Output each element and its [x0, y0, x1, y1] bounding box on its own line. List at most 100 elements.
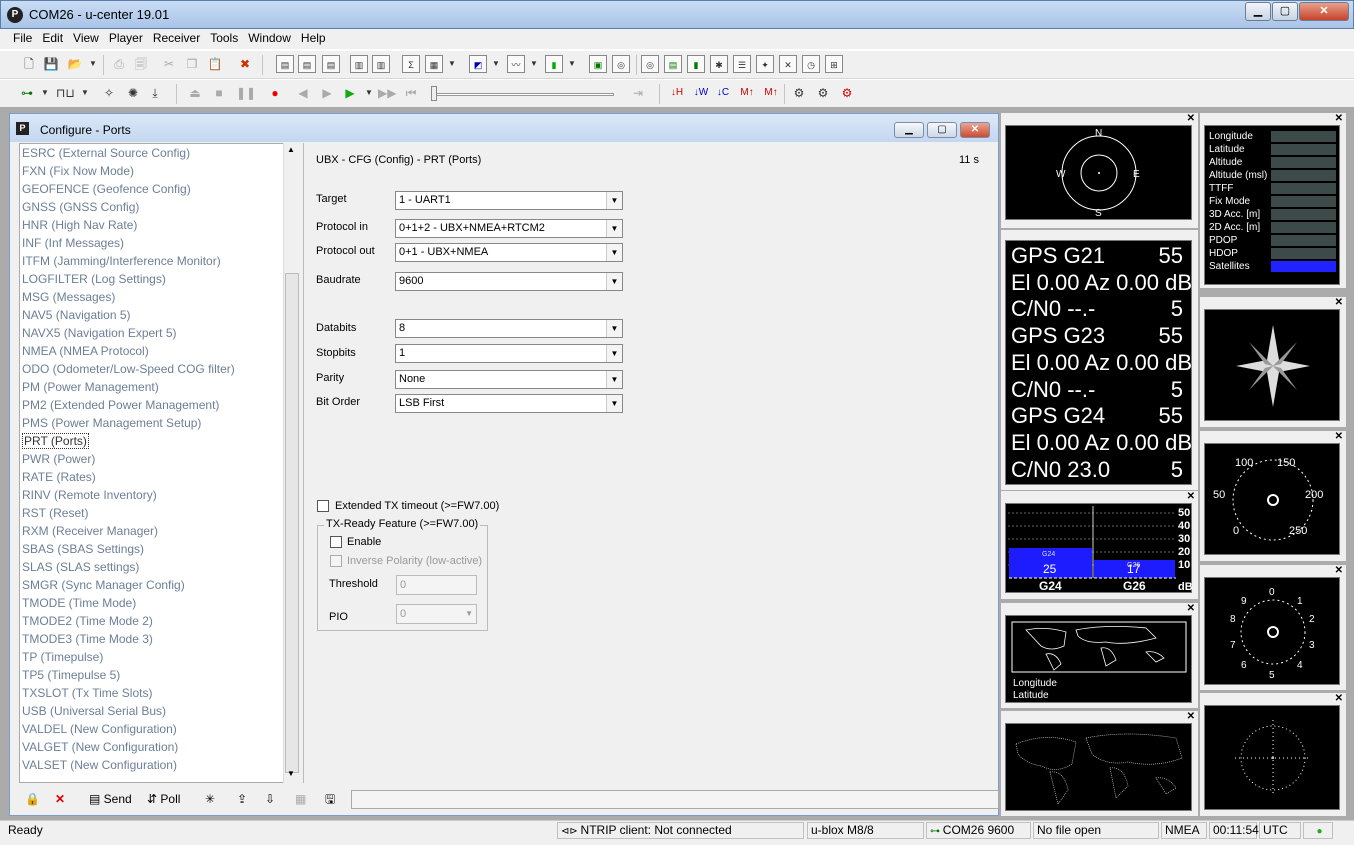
- bitorder-select[interactable]: LSB First ▼: [395, 394, 623, 413]
- close-icon[interactable]: ✕: [1299, 2, 1349, 21]
- list-item[interactable]: VALDEL (New Configuration): [20, 720, 283, 738]
- stopbits-select[interactable]: 1 ▼: [395, 344, 623, 363]
- maximize-icon[interactable]: ▢: [1272, 2, 1298, 21]
- text-console-icon[interactable]: ▤: [298, 55, 316, 73]
- gear-icon[interactable]: ⚙: [790, 84, 808, 102]
- menu-help[interactable]: Help: [296, 29, 331, 47]
- open-folder-icon[interactable]: 📂: [66, 55, 84, 73]
- list-item[interactable]: NAVX5 (Navigation Expert 5): [20, 324, 283, 342]
- play-icon[interactable]: ▶: [341, 84, 359, 102]
- download-icon[interactable]: ⤓: [146, 84, 164, 102]
- chevron-down-icon[interactable]: ▼: [88, 55, 98, 73]
- compass-icon[interactable]: ◎: [641, 55, 659, 73]
- warm-start-icon[interactable]: ↓W: [692, 84, 710, 102]
- gear-yellow-icon[interactable]: ⚙: [814, 84, 832, 102]
- list-item[interactable]: PM (Power Management): [20, 378, 283, 396]
- statistics-icon[interactable]: Σ: [402, 55, 420, 73]
- list-item[interactable]: TP5 (Timepulse 5): [20, 666, 283, 684]
- ntrip-status[interactable]: ⊲⊳ NTRIP client: Not connected: [557, 822, 804, 839]
- list-item[interactable]: NMEA (NMEA Protocol): [20, 342, 283, 360]
- list-item[interactable]: HNR (High Nav Rate): [20, 216, 283, 234]
- map-view-icon[interactable]: ▣: [589, 55, 607, 73]
- list-item[interactable]: RATE (Rates): [20, 468, 283, 486]
- star-icon[interactable]: ✦: [756, 55, 774, 73]
- list-item[interactable]: TP (Timepulse): [20, 648, 283, 666]
- export-icon[interactable]: ⇪: [237, 790, 247, 808]
- sky-view-icon[interactable]: ◎: [612, 55, 630, 73]
- minimize-icon[interactable]: ▁: [894, 122, 924, 138]
- menu-view[interactable]: View: [68, 29, 104, 47]
- enable-checkbox[interactable]: [330, 536, 342, 548]
- send-button[interactable]: ▤ Send: [89, 790, 132, 808]
- connect-icon[interactable]: ⊶: [18, 84, 36, 102]
- eject-icon[interactable]: ⏏: [186, 84, 204, 102]
- list-item[interactable]: GNSS (GNSS Config): [20, 198, 283, 216]
- docking-icon[interactable]: ▥: [350, 55, 368, 73]
- copy-icon[interactable]: ❐: [183, 55, 201, 73]
- list-item[interactable]: RINV (Remote Inventory): [20, 486, 283, 504]
- extended-tx-checkbox[interactable]: [317, 500, 329, 512]
- close-icon[interactable]: ✕: [1335, 297, 1343, 308]
- list-item[interactable]: USB (Universal Serial Bus): [20, 702, 283, 720]
- list-item[interactable]: NAV5 (Navigation 5): [20, 306, 283, 324]
- lock-icon[interactable]: 🔒: [25, 790, 40, 808]
- close-icon[interactable]: ✕: [960, 122, 990, 138]
- menu-player[interactable]: Player: [104, 29, 148, 47]
- print-preview-icon[interactable]: 🗐: [132, 55, 150, 73]
- close-icon[interactable]: ✕: [1187, 603, 1195, 614]
- baudrate-select[interactable]: 9600 ▼: [395, 272, 623, 291]
- save-icon[interactable]: 💾: [42, 55, 60, 73]
- signal-view-icon[interactable]: ▮: [687, 55, 705, 73]
- pio-select[interactable]: 0 ▼: [396, 604, 477, 624]
- menu-file[interactable]: File: [8, 29, 37, 47]
- packet-console-icon[interactable]: ▤: [276, 55, 294, 73]
- baudrate-icon[interactable]: ⊓⊔: [56, 84, 75, 102]
- list-item[interactable]: PM2 (Extended Power Management): [20, 396, 283, 414]
- minimize-icon[interactable]: ▁: [1245, 2, 1271, 21]
- table-view-icon[interactable]: ▦: [425, 55, 443, 73]
- messages-view-icon[interactable]: ▤: [322, 55, 340, 73]
- list-item[interactable]: PWR (Power): [20, 450, 283, 468]
- list-item[interactable]: TMODE2 (Time Mode 2): [20, 612, 283, 630]
- stop-icon[interactable]: ■: [210, 84, 228, 102]
- chevron-down-icon[interactable]: ▼: [491, 55, 501, 73]
- close-icon[interactable]: ✕: [1187, 491, 1195, 502]
- playback-slider[interactable]: [434, 93, 614, 96]
- port-status[interactable]: ⊶ COM26 9600: [926, 822, 1031, 839]
- debug-icon[interactable]: ✺: [124, 84, 142, 102]
- list-item[interactable]: INF (Inf Messages): [20, 234, 283, 252]
- list-item[interactable]: RXM (Receiver Manager): [20, 522, 283, 540]
- databits-select[interactable]: 8 ▼: [395, 319, 623, 338]
- slider-handle[interactable]: [431, 86, 437, 101]
- list-view-icon[interactable]: ☰: [733, 55, 751, 73]
- list-item[interactable]: VALGET (New Configuration): [20, 738, 283, 756]
- list-item[interactable]: GEOFENCE (Geofence Config): [20, 180, 283, 198]
- reset-icon[interactable]: M↑: [738, 84, 756, 102]
- list-item[interactable]: RST (Reset): [20, 504, 283, 522]
- close-icon[interactable]: ✕: [1335, 565, 1343, 576]
- pause-icon[interactable]: ❚❚: [236, 84, 256, 102]
- list-item[interactable]: TMODE (Time Mode): [20, 594, 283, 612]
- splitter[interactable]: [303, 143, 307, 783]
- list-item[interactable]: LOGFILTER (Log Settings): [20, 270, 283, 288]
- scroll-thumb[interactable]: [285, 273, 299, 773]
- list-item[interactable]: ESRC (External Source Config): [20, 144, 283, 162]
- import-icon[interactable]: ⇩: [265, 790, 275, 808]
- list-item[interactable]: SLAS (SLAS settings): [20, 558, 283, 576]
- data-view-icon[interactable]: ▤: [664, 55, 682, 73]
- list-item[interactable]: SBAS (SBAS Settings): [20, 540, 283, 558]
- list-scrollbar[interactable]: ▲ ▼: [283, 143, 300, 783]
- chevron-down-icon[interactable]: ▼: [80, 84, 90, 102]
- chevron-down-icon[interactable]: ▼: [364, 84, 374, 102]
- chevron-down-icon[interactable]: ▼: [567, 55, 577, 73]
- print-icon[interactable]: ⎙: [110, 55, 128, 73]
- list-item[interactable]: VALSET (New Configuration): [20, 756, 283, 774]
- step-forward-icon[interactable]: ▶: [318, 84, 336, 102]
- protocol-out-select[interactable]: 0+1 - UBX+NMEA ▼: [395, 243, 623, 262]
- grid-icon[interactable]: ⊞: [825, 55, 843, 73]
- list-item[interactable]: PMS (Power Management Setup): [20, 414, 283, 432]
- new-file-icon[interactable]: 🗋: [20, 55, 38, 73]
- cross-icon[interactable]: ✕: [779, 55, 797, 73]
- gear-red-icon[interactable]: ⚙: [838, 84, 856, 102]
- chart-icon[interactable]: ◩: [469, 55, 487, 73]
